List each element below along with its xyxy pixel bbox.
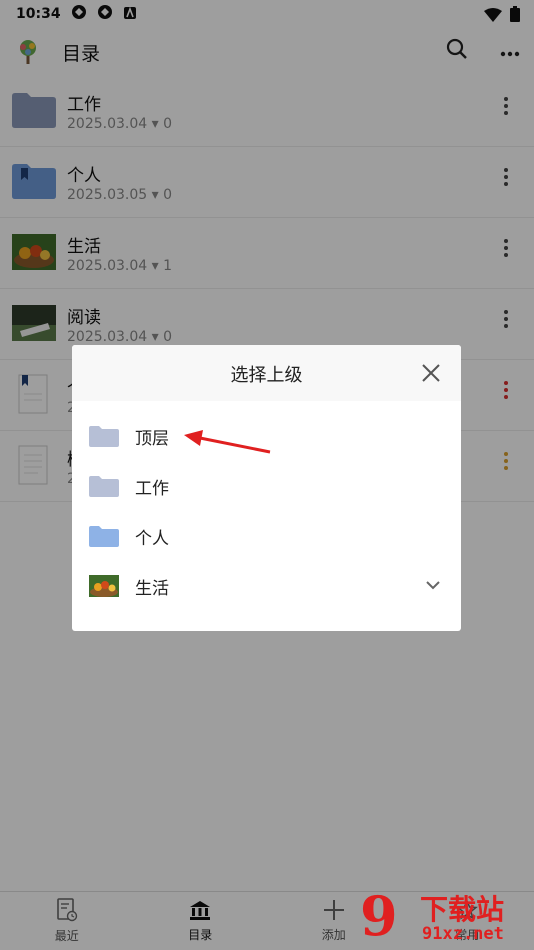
annotation-arrow [184, 430, 271, 454]
site-watermark: 9 下载站 91xz.net [360, 884, 530, 950]
watermark-logo: 9 [360, 884, 398, 948]
watermark-title: 下载站 [420, 893, 505, 926]
watermark-url: 91xz.net [422, 924, 504, 944]
